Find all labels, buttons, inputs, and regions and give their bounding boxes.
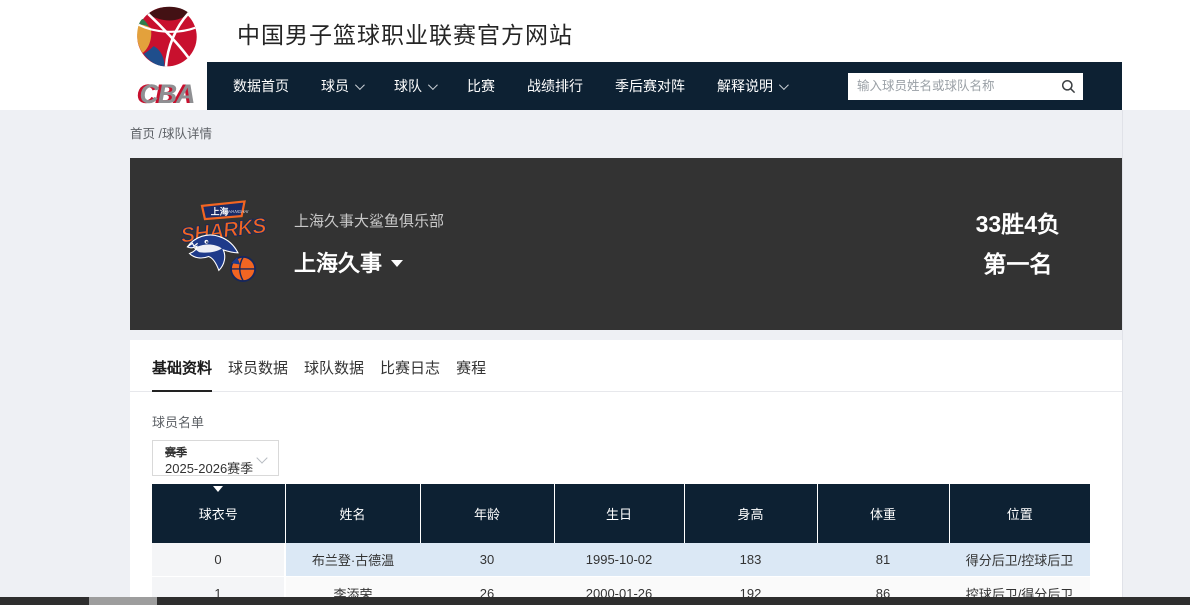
club-full-name: 上海久事大鲨鱼俱乐部 — [294, 210, 444, 231]
scrollbar-thumb[interactable] — [89, 597, 157, 605]
team-logo: 上海 SHANGHAI SHARKS — [180, 183, 268, 305]
breadcrumb-current: 球队详情 — [162, 127, 212, 141]
team-record: 33胜4负 — [976, 204, 1060, 244]
col-jersey-number[interactable]: 球衣号 — [152, 484, 285, 543]
breadcrumb-separator: / — [155, 127, 162, 141]
site-header: CBA CBA 中国男子篮球职业联赛官方网站 数据首页 球员 球队 比赛 战绩排… — [0, 0, 1190, 110]
chevron-down-icon — [428, 80, 438, 90]
cba-logo[interactable]: CBA CBA — [127, 5, 207, 108]
team-rank: 第一名 — [976, 244, 1060, 284]
search-button[interactable] — [1053, 73, 1083, 100]
cell-birthday: 1995-10-02 — [554, 543, 684, 577]
chevron-down-icon — [355, 80, 365, 90]
col-name[interactable]: 姓名 — [285, 484, 420, 543]
tab-game-log[interactable]: 比赛日志 — [380, 357, 440, 391]
svg-text:CBA: CBA — [140, 79, 195, 108]
nav-item-players[interactable]: 球员 — [305, 62, 378, 110]
team-detail-card: 基础资料 球员数据 球队数据 比赛日志 赛程 球员名单 赛季 2025-2026… — [130, 340, 1122, 605]
team-banner: 上海 SHANGHAI SHARKS 上海久事大鲨鱼俱乐部 上海久事 — [130, 158, 1122, 330]
nav-item-games[interactable]: 比赛 — [451, 62, 511, 110]
tab-player-stats[interactable]: 球员数据 — [228, 357, 288, 391]
season-select-value: 2025-2026赛季 — [165, 458, 253, 477]
search-input[interactable] — [848, 73, 1053, 100]
sort-desc-icon — [213, 486, 223, 492]
team-name-dropdown[interactable]: 上海久事 — [294, 246, 444, 278]
cba-ball-icon: CBA CBA — [127, 5, 207, 108]
nav-item-standings[interactable]: 战绩排行 — [511, 62, 599, 110]
cell-position: 得分后卫/控球后卫 — [949, 543, 1090, 577]
main-nav: 数据首页 球员 球队 比赛 战绩排行 季后赛对阵 解释说明 — [207, 62, 1122, 110]
sharks-logo-icon: 上海 SHANGHAI SHARKS — [180, 183, 268, 305]
table-row: 0 布兰登·古德温 30 1995-10-02 183 81 得分后卫/控球后卫 — [152, 543, 1090, 577]
cba-team-detail-page: CBA CBA 中国男子篮球职业联赛官方网站 数据首页 球员 球队 比赛 战绩排… — [0, 0, 1190, 605]
content-right-divider — [1122, 110, 1123, 605]
nav-item-data-home[interactable]: 数据首页 — [217, 62, 305, 110]
cell-weight: 81 — [817, 543, 949, 577]
col-position[interactable]: 位置 — [949, 484, 1090, 543]
season-select[interactable]: 赛季 2025-2026赛季 — [152, 440, 279, 476]
nav-item-playoff-bracket[interactable]: 季后赛对阵 — [599, 62, 701, 110]
col-weight[interactable]: 体重 — [817, 484, 949, 543]
search-box — [848, 73, 1083, 100]
site-title: 中国男子篮球职业联赛官方网站 — [237, 16, 573, 50]
roster-table: 球衣号 姓名 年龄 生日 身高 体重 位置 0 布兰登·古德温 30 1995-… — [152, 484, 1090, 605]
team-identity: 上海久事大鲨鱼俱乐部 上海久事 — [294, 210, 444, 278]
team-name: 上海久事 — [294, 246, 382, 278]
col-height[interactable]: 身高 — [684, 484, 817, 543]
breadcrumb-home[interactable]: 首页 — [130, 127, 155, 141]
team-stats: 33胜4负 第一名 — [976, 204, 1060, 284]
horizontal-scrollbar[interactable] — [0, 597, 1190, 605]
svg-text:SHANGHAI: SHANGHAI — [225, 209, 249, 214]
cell-age: 30 — [420, 543, 554, 577]
nav-item-glossary[interactable]: 解释说明 — [701, 62, 802, 110]
search-icon — [1061, 79, 1076, 94]
col-birthday[interactable]: 生日 — [554, 484, 684, 543]
breadcrumb: 首页 /球队详情 — [130, 123, 212, 142]
cell-height: 183 — [684, 543, 817, 577]
tab-basic-info[interactable]: 基础资料 — [152, 357, 212, 392]
cell-player-name[interactable]: 布兰登·古德温 — [285, 543, 420, 577]
tab-schedule[interactable]: 赛程 — [456, 357, 486, 391]
caret-down-icon — [391, 260, 403, 267]
roster-section-title: 球员名单 — [152, 412, 1100, 431]
chevron-down-icon — [256, 452, 267, 463]
tab-bar: 基础资料 球员数据 球队数据 比赛日志 赛程 — [130, 340, 1122, 392]
nav-item-teams[interactable]: 球队 — [378, 62, 451, 110]
cell-jersey-number: 0 — [152, 543, 285, 577]
roster-header-row: 球衣号 姓名 年龄 生日 身高 体重 位置 — [152, 484, 1090, 543]
col-age[interactable]: 年龄 — [420, 484, 554, 543]
tab-team-stats[interactable]: 球队数据 — [304, 357, 364, 391]
chevron-down-icon — [779, 80, 789, 90]
